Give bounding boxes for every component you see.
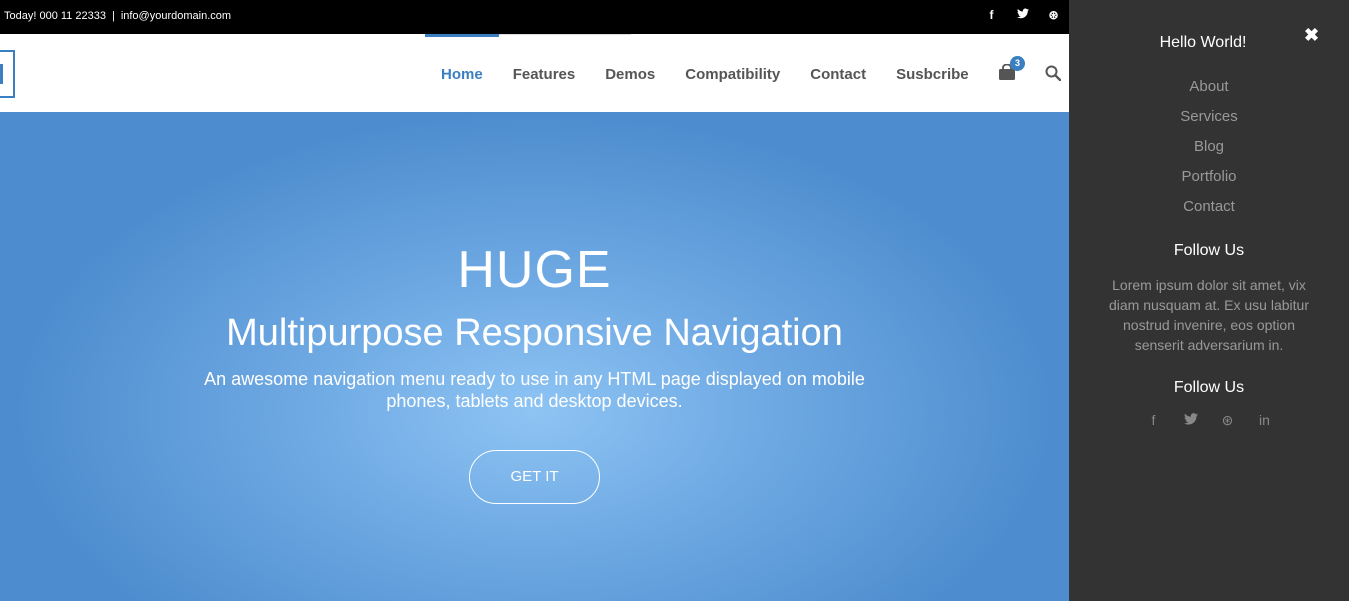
search-button[interactable]	[1045, 65, 1062, 86]
cart-button[interactable]: 3	[998, 56, 1025, 84]
hero-title: HUGE	[457, 241, 612, 299]
side-link-portfolio[interactable]: Portfolio	[1069, 162, 1349, 192]
side-panel-links: About Services Blog Portfolio Contact	[1069, 72, 1349, 222]
cart-count-badge: 3	[1010, 56, 1025, 71]
facebook-icon[interactable]: f	[976, 8, 1007, 22]
get-it-button[interactable]: GET IT	[469, 450, 600, 504]
search-icon	[1045, 65, 1062, 82]
active-nav-indicator	[425, 34, 499, 37]
side-link-contact[interactable]: Contact	[1069, 192, 1349, 222]
dribbble-icon[interactable]: ⊛	[1209, 412, 1246, 429]
phone-text: Today! 000 11 22333	[4, 10, 106, 22]
side-panel-title: Hello World!	[1159, 34, 1247, 51]
separator: |	[111, 10, 115, 22]
nav-item-contact[interactable]: Contact	[795, 66, 881, 83]
hero-section: HUGE Multipurpose Responsive Navigation …	[0, 112, 1069, 601]
nav-item-demos[interactable]: Demos	[590, 66, 670, 83]
nav-item-home[interactable]: Home	[426, 66, 498, 83]
contact-info: Today! 000 11 22333 | info@yourdomain.com	[4, 10, 231, 22]
side-social-links: f ⊛ in	[1069, 412, 1349, 429]
nav-menu: Home Features Demos Compatibility Contac…	[426, 66, 984, 83]
hero-description: An awesome navigation menu ready to use …	[204, 369, 865, 411]
follow-us-heading: Follow Us	[1173, 242, 1245, 259]
email-link[interactable]: info@yourdomain.com	[121, 10, 231, 22]
top-bar: Today! 000 11 22333 | info@yourdomain.com …	[0, 0, 1069, 34]
nav-item-features[interactable]: Features	[498, 66, 591, 83]
twitter-icon[interactable]	[1172, 412, 1209, 429]
main-navbar: Home Features Demos Compatibility Contac…	[0, 34, 1069, 112]
side-panel: ✖ Hello World! About Services Blog Portf…	[1069, 0, 1349, 601]
top-social-links: f ⊛	[976, 8, 1069, 22]
dribbble-icon[interactable]: ⊛	[1038, 8, 1069, 22]
linkedin-icon[interactable]: in	[1246, 412, 1283, 429]
logo[interactable]	[0, 50, 15, 98]
follow-us-heading-2: Follow Us	[1173, 379, 1245, 396]
twitter-icon[interactable]	[1007, 8, 1038, 22]
nav-item-compatibility[interactable]: Compatibility	[670, 66, 795, 83]
page: Today! 000 11 22333 | info@yourdomain.com …	[0, 0, 1349, 601]
side-link-services[interactable]: Services	[1069, 102, 1349, 132]
side-link-blog[interactable]: Blog	[1069, 132, 1349, 162]
nav-item-subscribe[interactable]: Susbcribe	[881, 66, 984, 83]
facebook-icon[interactable]: f	[1135, 412, 1172, 429]
nav-divider	[499, 34, 631, 35]
hero-subtitle: Multipurpose Responsive Navigation	[226, 312, 843, 354]
side-link-about[interactable]: About	[1069, 72, 1349, 102]
side-panel-blurb: Lorem ipsum dolor sit amet, vix diam nus…	[1109, 277, 1309, 353]
